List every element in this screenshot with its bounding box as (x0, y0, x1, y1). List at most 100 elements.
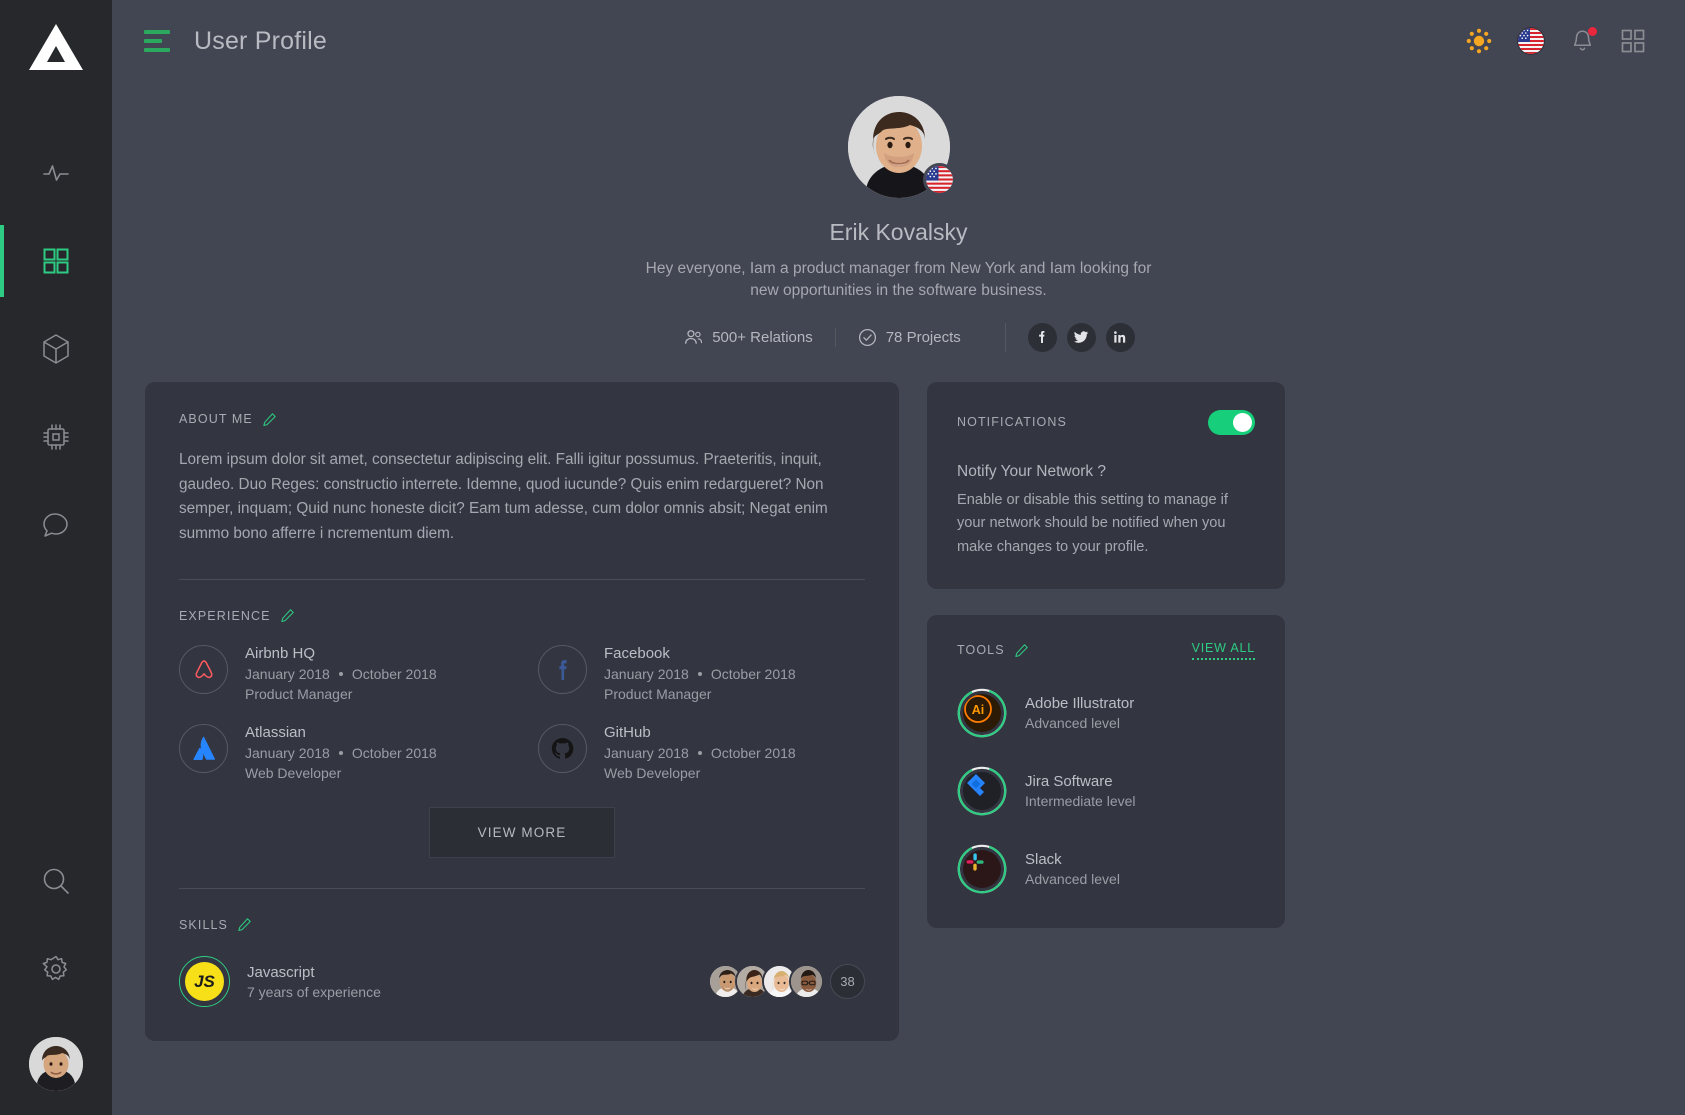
app-root: User Profile Erik Kovalsky Hey everyone,… (0, 0, 1685, 1115)
notifications-card: NOTIFICATIONS Notify Your Network ? Enab… (927, 381, 1285, 589)
stat-relations[interactable]: 500+ Relations (662, 328, 835, 347)
experience-list: Airbnb HQ January 2018 October 2018 Prod… (179, 645, 865, 781)
collaborator-avatar[interactable] (789, 964, 824, 999)
skill-info: JS Javascript 7 years of experience (179, 956, 381, 1007)
tool-progress-ring (957, 844, 1007, 894)
experience-dates: January 2018 October 2018 (245, 745, 437, 761)
profile-bio: Hey everyone, Iam a product manager from… (645, 260, 1152, 300)
profile-avatar[interactable] (847, 96, 956, 198)
experience-start: January 2018 (245, 666, 330, 682)
tools-label: TOOLS (957, 643, 1005, 658)
skill-experience: 7 years of experience (247, 983, 381, 1000)
atlassian-icon (179, 724, 228, 773)
view-more-button[interactable]: VIEW MORE (428, 807, 616, 858)
experience-item[interactable]: Facebook January 2018 October 2018 Produ… (538, 645, 865, 702)
profile-header: Erik Kovalsky Hey everyone, Iam a produc… (112, 82, 1685, 352)
tool-name: Adobe Illustrator (1025, 694, 1135, 712)
social-linkedin-button[interactable] (1105, 322, 1135, 352)
collaborator-count-badge[interactable]: 38 (830, 964, 865, 999)
apps-menu-button[interactable] (1621, 29, 1645, 53)
social-facebook-button[interactable] (1027, 322, 1057, 352)
skills-header: SKILLS (179, 917, 865, 932)
sidebar-item-search[interactable] (0, 837, 112, 925)
tool-level: Intermediate level (1025, 792, 1136, 809)
tool-item[interactable]: Slack Advanced level (957, 844, 1255, 894)
us-flag-icon (1518, 28, 1544, 54)
skills-edit-pencil-icon[interactable] (237, 917, 252, 932)
sidebar-item-activity[interactable] (0, 129, 112, 217)
notifications-button[interactable] (1570, 27, 1597, 54)
theme-toggle-button[interactable] (1466, 28, 1492, 54)
search-icon (43, 868, 69, 894)
sidebar-item-hardware[interactable] (0, 393, 112, 481)
left-column: ABOUT ME Lorem ipsum dolor sit amet, con… (145, 381, 899, 1041)
sidebar-item-packages[interactable] (0, 305, 112, 393)
experience-item[interactable]: GitHub January 2018 October 2018 Web Dev… (538, 724, 865, 781)
skill-badge-text: JS (185, 962, 224, 1001)
stat-projects[interactable]: 78 Projects (834, 327, 983, 347)
app-logo[interactable] (27, 22, 85, 77)
experience-dates: January 2018 October 2018 (604, 666, 796, 682)
page-title: User Profile (194, 26, 327, 55)
tool-name: Jira Software (1025, 772, 1113, 790)
notifications-toggle[interactable] (1208, 409, 1255, 435)
experience-role: Web Developer (245, 765, 342, 781)
about-me-edit-pencil-icon[interactable] (262, 412, 277, 427)
experience-company: Atlassian (245, 724, 306, 741)
gear-icon (42, 955, 68, 981)
topbar-left: User Profile (144, 27, 327, 56)
social-links (1004, 322, 1135, 352)
experience-role: Web Developer (604, 765, 701, 781)
about-me-header: ABOUT ME (179, 412, 865, 427)
profile-country-flag-icon (922, 163, 956, 196)
facebook-icon (1039, 331, 1045, 344)
toggle-knob (1233, 412, 1252, 432)
experience-item[interactable]: Atlassian January 2018 October 2018 Web … (179, 724, 506, 781)
tool-level: Advanced level (1025, 714, 1120, 731)
date-separator-dot (697, 672, 702, 676)
notifications-question: Notify Your Network ? (957, 462, 1107, 480)
experience-role: Product Manager (604, 686, 712, 702)
tools-card-header: TOOLS VIEW ALL (957, 641, 1255, 660)
tool-name: Slack (1025, 850, 1062, 868)
notifications-card-header: NOTIFICATIONS (957, 409, 1255, 435)
tools-view-all-link[interactable]: VIEW ALL (1191, 641, 1255, 660)
stat-projects-label: 78 Projects (885, 328, 961, 346)
sidebar-item-messages[interactable] (0, 481, 112, 569)
experience-edit-pencil-icon[interactable] (280, 608, 295, 623)
tool-level: Advanced level (1025, 870, 1120, 887)
tool-progress-ring: Ai (957, 688, 1007, 738)
javascript-icon: JS (179, 956, 230, 1007)
sidebar-item-settings[interactable] (0, 925, 112, 1013)
experience-end: October 2018 (351, 745, 437, 761)
experience-role: Product Manager (245, 686, 353, 702)
slack-icon (963, 849, 1001, 888)
sidebar (0, 0, 112, 1115)
experience-company: Facebook (604, 645, 670, 662)
users-icon (685, 330, 703, 344)
grid-apps-icon (1621, 29, 1645, 53)
sidebar-item-dashboard[interactable] (0, 217, 112, 305)
experience-start: January 2018 (604, 745, 689, 761)
right-column: NOTIFICATIONS Notify Your Network ? Enab… (927, 381, 1285, 928)
experience-header: EXPERIENCE (179, 608, 865, 623)
sidebar-nav (0, 129, 112, 569)
experience-end: October 2018 (710, 666, 796, 682)
tools-edit-pencil-icon[interactable] (1014, 643, 1029, 658)
skill-item: JS Javascript 7 years of experience 38 (179, 956, 865, 1007)
experience-dates: January 2018 October 2018 (245, 666, 437, 682)
tool-item[interactable]: Jira Software Intermediate level (957, 766, 1255, 816)
about-me-label: ABOUT ME (179, 412, 253, 427)
tools-card: TOOLS VIEW ALL Ai Adobe Illustrator Adva… (927, 614, 1285, 928)
topbar: User Profile (112, 0, 1685, 82)
skills-label: SKILLS (179, 917, 228, 932)
hamburger-menu-icon[interactable] (144, 30, 170, 52)
tool-item[interactable]: Ai Adobe Illustrator Advanced level (957, 688, 1255, 738)
experience-item[interactable]: Airbnb HQ January 2018 October 2018 Prod… (179, 645, 506, 702)
content-grid: ABOUT ME Lorem ipsum dolor sit amet, con… (112, 352, 1685, 1041)
sidebar-user-avatar[interactable] (29, 1037, 83, 1091)
social-twitter-button[interactable] (1066, 322, 1096, 352)
language-selector-button[interactable] (1518, 28, 1544, 54)
twitter-icon (1074, 331, 1089, 344)
topbar-right (1466, 27, 1645, 54)
